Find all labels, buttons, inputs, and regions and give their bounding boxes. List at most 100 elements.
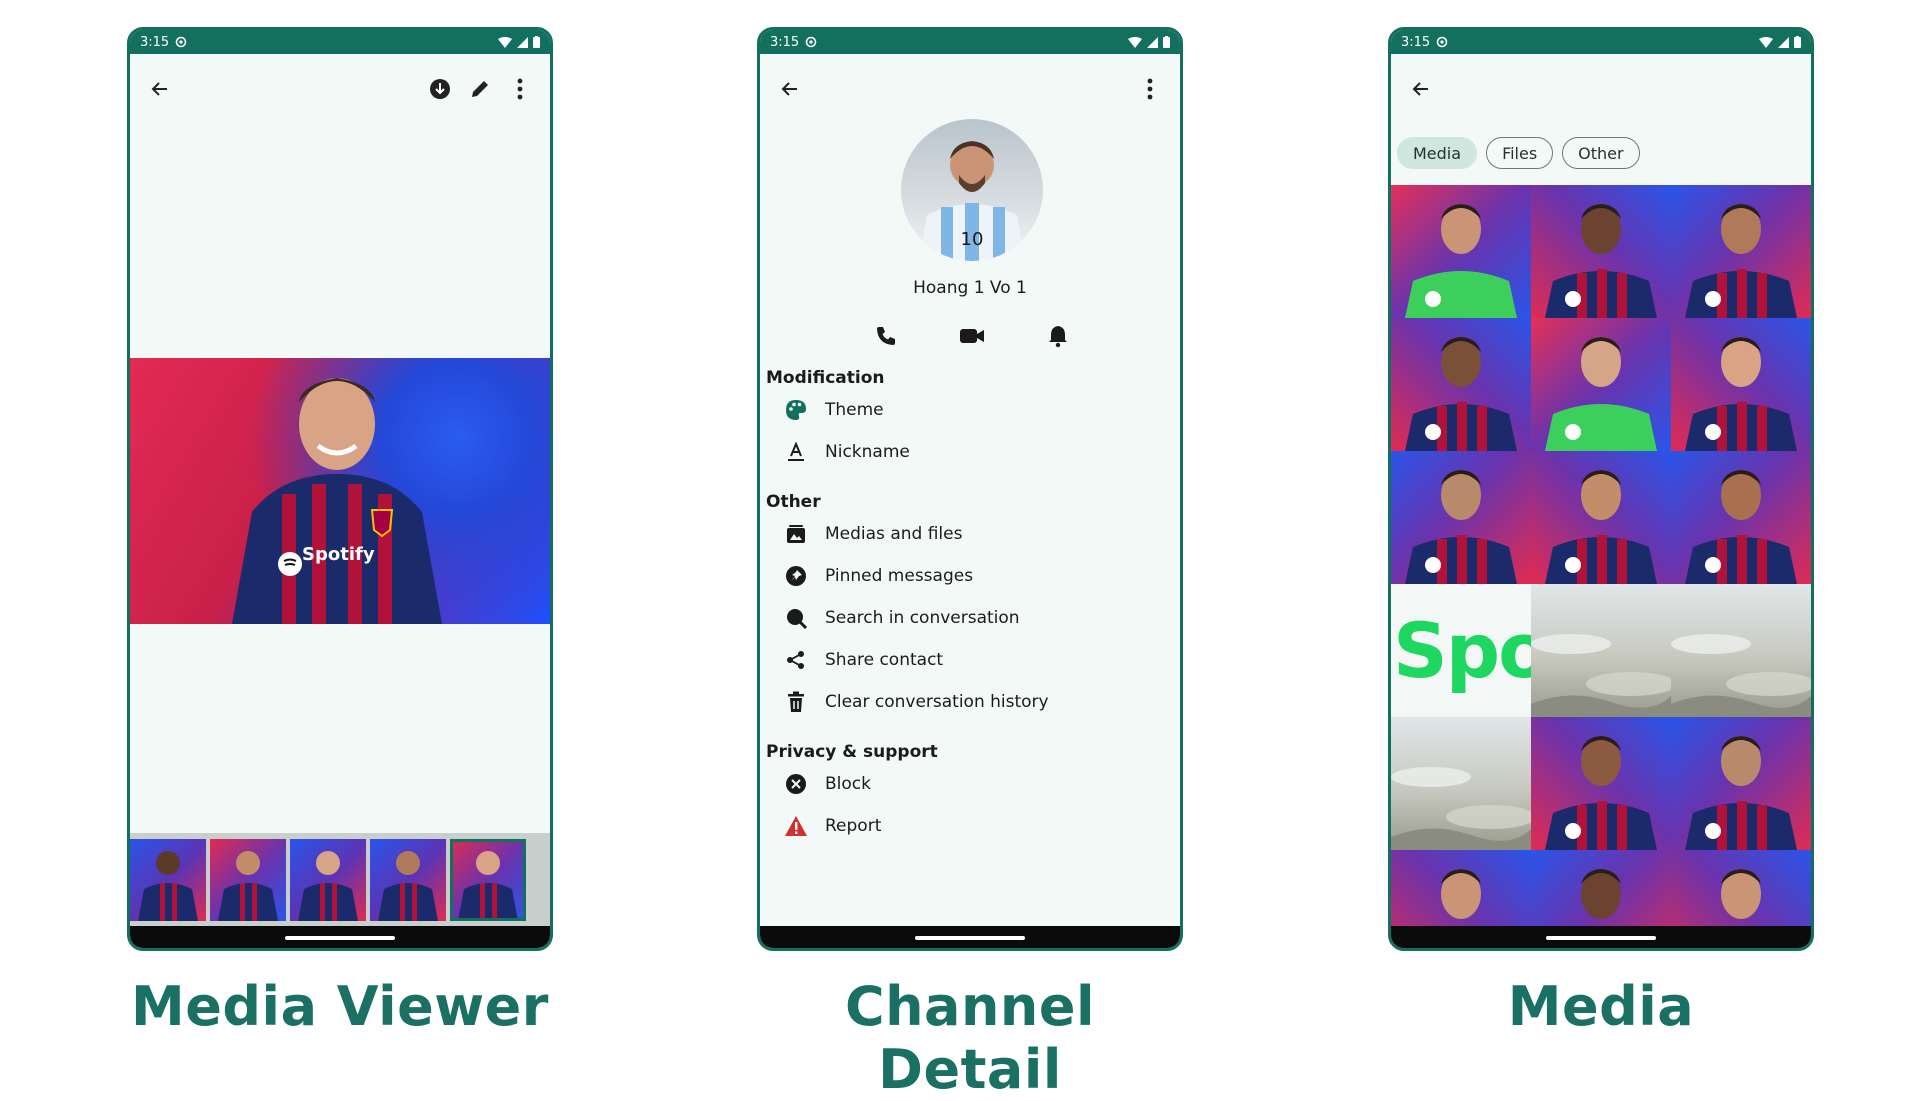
tab-media[interactable]: Media (1397, 137, 1478, 169)
back-arrow-icon (1412, 82, 1428, 96)
tab-other[interactable]: Other (1562, 137, 1640, 169)
thumbnail[interactable] (130, 839, 206, 921)
spotify-logo-text: Spo (1393, 606, 1531, 695)
media-grid-item[interactable] (1531, 451, 1671, 584)
player-photo-image (1545, 736, 1657, 850)
player-thumbnail-image (378, 851, 438, 921)
media-viewer-toolbar (130, 54, 550, 124)
media-grid-item[interactable] (1531, 318, 1671, 451)
video-call-button[interactable] (956, 320, 988, 352)
back-button[interactable] (1405, 73, 1437, 105)
gallery-icon (787, 525, 805, 543)
player-photo-image (1545, 204, 1657, 318)
player-thumbnail-image (218, 851, 278, 921)
channel-detail-screen: 3:15 10 Hoang 1 Vo 1 Modification Theme … (757, 27, 1183, 951)
thumbnail-selected[interactable] (450, 839, 526, 921)
media-grid-item[interactable] (1671, 584, 1811, 717)
menu-item-label: Nickname (825, 442, 910, 462)
battery-icon (1163, 36, 1170, 48)
media-grid-item[interactable] (1671, 185, 1811, 318)
signal-icon (1147, 36, 1158, 48)
settings-status-icon (175, 36, 187, 48)
media-grid-item[interactable] (1391, 318, 1531, 451)
quick-actions (870, 320, 1074, 352)
download-button[interactable] (424, 73, 456, 105)
section-title-modification: Modification (766, 368, 885, 388)
palette-icon (786, 400, 806, 420)
menu-item-label: Share contact (825, 650, 944, 670)
edit-button[interactable] (464, 73, 496, 105)
status-bar: 3:15 (130, 30, 550, 54)
thumbnail[interactable] (210, 839, 286, 921)
menu-item-medias-files[interactable]: Medias and files (784, 519, 962, 549)
pin-icon (786, 566, 806, 586)
media-grid-item[interactable] (1391, 185, 1531, 318)
media-grid-item[interactable] (1671, 717, 1811, 850)
player-thumbnail-image (298, 851, 358, 921)
video-camera-icon (960, 329, 984, 343)
back-button[interactable] (774, 73, 806, 105)
home-indicator[interactable] (285, 936, 395, 940)
media-viewer-screen: 3:15 Spotify (127, 27, 553, 951)
notifications-button[interactable] (1042, 320, 1074, 352)
battery-icon (1794, 36, 1801, 48)
status-bar: 3:15 (760, 30, 1180, 54)
warning-icon (785, 816, 807, 836)
channel-detail-toolbar (760, 54, 1180, 124)
sponsor-label: Spotify (302, 544, 375, 565)
more-vert-icon (517, 78, 523, 100)
back-arrow-icon (151, 82, 167, 96)
menu-item-label: Block (825, 774, 871, 794)
tab-files[interactable]: Files (1486, 137, 1554, 169)
more-options-button[interactable] (1134, 73, 1166, 105)
menu-item-pinned-messages[interactable]: Pinned messages (784, 561, 973, 591)
download-icon (430, 79, 450, 99)
settings-status-icon (805, 36, 817, 48)
menu-item-clear-history[interactable]: Clear conversation history (784, 687, 1049, 717)
contact-name: Hoang 1 Vo 1 (913, 278, 1027, 298)
menu-item-nickname[interactable]: Nickname (784, 437, 910, 467)
section-title-privacy-support: Privacy & support (766, 742, 938, 762)
media-grid-item[interactable] (1391, 451, 1531, 584)
media-grid-item[interactable] (1531, 185, 1671, 318)
home-indicator[interactable] (1546, 936, 1656, 940)
sky-photo-image (1391, 767, 1531, 850)
media-grid: Spo (1391, 185, 1811, 948)
signal-icon (1778, 36, 1789, 48)
player-photo-image (1405, 204, 1517, 318)
menu-item-label: Clear conversation history (825, 692, 1049, 712)
thumbnail[interactable] (290, 839, 366, 921)
media-grid-item[interactable] (1671, 318, 1811, 451)
gesture-bar (130, 926, 550, 948)
avatar[interactable]: 10 (901, 119, 1043, 261)
main-photo[interactable]: Spotify (130, 358, 550, 624)
home-indicator[interactable] (915, 936, 1025, 940)
gesture-bar (1391, 926, 1811, 948)
media-grid-item[interactable] (1531, 584, 1671, 717)
menu-item-search-conversation[interactable]: Search in conversation (784, 603, 1020, 633)
call-button[interactable] (870, 320, 902, 352)
thumbnail[interactable] (370, 839, 446, 921)
player-figure (232, 378, 442, 624)
menu-item-report[interactable]: Report (784, 811, 881, 841)
block-icon (786, 774, 806, 794)
media-grid-item[interactable]: Spo (1391, 584, 1531, 717)
status-time: 3:15 (1401, 34, 1431, 50)
settings-status-icon (1436, 36, 1448, 48)
phone-icon (877, 327, 895, 345)
menu-item-theme[interactable]: Theme (784, 395, 884, 425)
media-filter-tabs: Media Files Other (1397, 137, 1640, 169)
menu-item-label: Medias and files (825, 524, 963, 544)
media-grid-item[interactable] (1531, 717, 1671, 850)
media-grid-item[interactable] (1671, 451, 1811, 584)
menu-item-block[interactable]: Block (784, 769, 871, 799)
back-arrow-icon (781, 82, 797, 96)
player-thumbnail-image (138, 851, 198, 921)
more-options-button[interactable] (504, 73, 536, 105)
search-icon (787, 609, 807, 629)
menu-item-share-contact[interactable]: Share contact (784, 645, 943, 675)
media-grid-item[interactable] (1391, 717, 1531, 850)
section-title-other: Other (766, 492, 821, 512)
back-button[interactable] (144, 73, 176, 105)
bell-icon (1049, 326, 1067, 348)
